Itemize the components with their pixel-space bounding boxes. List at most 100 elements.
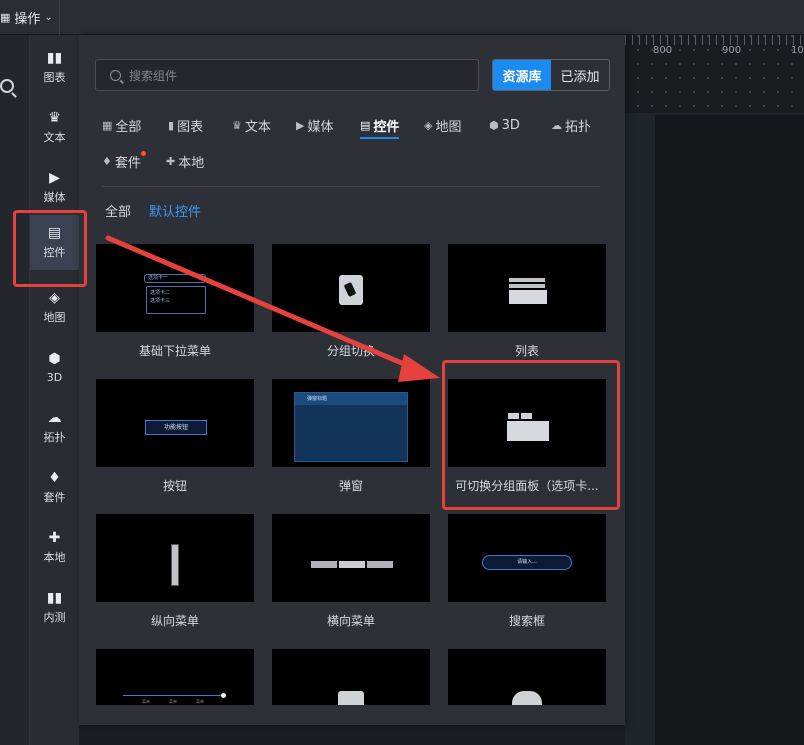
nav-item-media[interactable]: ▶ 媒体 [30, 160, 79, 215]
nav-item-local[interactable]: ✚ 本地 [30, 520, 79, 575]
puzzle-icon: ✚ [166, 154, 176, 168]
nav-item-chart[interactable]: ▮▮ 图表 [30, 40, 79, 95]
ruler-label: 800 [653, 45, 673, 56]
category-map[interactable]: ◈ 地图 [424, 115, 461, 135]
card-thumbnail: 菜单 菜单 菜单 [96, 649, 254, 705]
tab-library[interactable]: 资源库 [493, 60, 551, 90]
grid-icon: ▦ [102, 118, 113, 132]
card-caption: 基础下拉菜单 [138, 344, 211, 358]
component-card[interactable]: 请输入... 搜索框 [448, 514, 606, 629]
nav-item-label: 3D [46, 370, 63, 384]
component-card[interactable]: 横向菜单 [272, 514, 430, 629]
card-caption: 搜索框 [508, 614, 545, 628]
tab-added[interactable]: 已添加 [551, 60, 609, 90]
cloud-icon: ☁ [47, 409, 62, 426]
left-strip [0, 35, 30, 745]
category-suite[interactable]: ♦ 套件 [102, 151, 146, 171]
ruler-label: 10 [791, 45, 804, 56]
category-text[interactable]: ♛ 文本 [232, 115, 271, 135]
map-icon: ◈ [424, 118, 433, 132]
category-media[interactable]: ▶ 媒体 [296, 115, 333, 135]
card-thumbnail [448, 649, 606, 705]
card-thumbnail [448, 244, 606, 332]
card-caption: 列表 [514, 344, 539, 358]
card-thumbnail [96, 514, 254, 602]
card-thumbnail [272, 244, 430, 332]
nav-item-map[interactable]: ◈ 地图 [30, 280, 79, 335]
bar-chart-icon: ▮ [168, 118, 175, 132]
category-control[interactable]: ▤ 控件 [360, 115, 400, 139]
media-play-icon: ▶ [296, 118, 305, 132]
component-card[interactable]: 选项卡一 选项卡二 选项卡三 基础下拉菜单 [96, 244, 254, 359]
cube-icon: ⬢ [489, 118, 499, 132]
nav-item-suite[interactable]: ♦ 套件 [30, 460, 79, 515]
subcategory-all[interactable]: 全部 [105, 201, 131, 220]
component-card[interactable] [272, 649, 430, 705]
search-icon[interactable] [0, 79, 14, 93]
nav-item-label: 文本 [43, 131, 66, 144]
category-chart[interactable]: ▮ 图表 [168, 115, 203, 135]
card-caption: 纵向菜单 [150, 614, 199, 628]
search-placeholder: 搜索组件 [129, 68, 178, 83]
map-icon: ◈ [49, 289, 60, 306]
nav-item-label: 拓扑 [43, 431, 66, 444]
shirt-icon: ♦ [48, 469, 61, 486]
top-toolbar: ▦ 操作 ⌄ [0, 0, 804, 35]
card-caption: 横向菜单 [326, 614, 375, 628]
component-card[interactable]: 弹窗标题 弹窗 [272, 379, 430, 494]
card-thumbnail [272, 514, 430, 602]
nav-item-beta[interactable]: ▮▮ 内测 [30, 580, 79, 635]
card-thumbnail: 功能按钮 [96, 379, 254, 467]
nav-item-label: 内测 [43, 611, 66, 624]
design-canvas[interactable]: 800 900 10 [625, 35, 804, 745]
component-card[interactable]: 分组切换 [272, 244, 430, 359]
bar-chart-icon: ▮▮ [46, 49, 63, 66]
operations-label: 操作 [14, 12, 41, 27]
component-card[interactable]: 功能按钮 按钮 [96, 379, 254, 494]
control-icon: ▤ [360, 118, 371, 132]
library-tabs: 资源库 已添加 [492, 59, 610, 91]
nav-item-label: 媒体 [43, 191, 66, 204]
nav-item-text[interactable]: ♛ 文本 [30, 100, 79, 155]
category-topology[interactable]: ☁ 拓扑 [551, 115, 591, 135]
tablet-icon [339, 275, 363, 305]
annotation-highlight-box [442, 360, 620, 510]
bar-chart-icon: ▮▮ [46, 589, 63, 606]
ruler-label: 900 [722, 45, 742, 56]
component-card[interactable] [448, 649, 606, 705]
card-caption: 弹窗 [338, 479, 363, 493]
category-all[interactable]: ▦ 全部 [102, 115, 141, 135]
category-3d[interactable]: ⬢ 3D [489, 115, 520, 135]
category-local[interactable]: ✚ 本地 [166, 151, 204, 171]
canvas-stage[interactable] [655, 115, 804, 745]
subcategory-default-controls[interactable]: 默认控件 [149, 201, 201, 220]
canvas-ruler: 800 900 10 [625, 35, 804, 113]
card-thumbnail [272, 649, 430, 705]
nav-item-topology[interactable]: ☁ 拓扑 [30, 400, 79, 455]
cloud-icon: ☁ [551, 118, 562, 132]
card-caption: 按钮 [162, 479, 187, 493]
crown-text-icon: ♛ [48, 109, 61, 126]
divider [102, 186, 600, 187]
component-card[interactable]: 纵向菜单 [96, 514, 254, 629]
card-caption: 分组切换 [326, 344, 375, 358]
puzzle-icon: ✚ [48, 529, 61, 546]
operations-menu[interactable]: ▦ 操作 ⌄ [0, 0, 60, 35]
crown-text-icon: ♛ [232, 118, 242, 132]
card-thumbnail: 弹窗标题 [272, 379, 430, 467]
search-input[interactable]: 搜索组件 [95, 59, 479, 91]
nav-item-label: 套件 [43, 491, 66, 504]
media-play-icon: ▶ [49, 169, 60, 186]
component-category-nav: ▮▮ 图表 ♛ 文本 ▶ 媒体 ▤ 控件 ◈ 地图 ⬢ 3D ☁ 拓扑 ♦ 套件… [30, 35, 79, 745]
nav-item-label: 图表 [43, 71, 66, 84]
component-card[interactable]: 列表 [448, 244, 606, 359]
nav-item-3d[interactable]: ⬢ 3D [30, 340, 79, 395]
card-thumbnail: 选项卡一 选项卡二 选项卡三 [96, 244, 254, 332]
component-card[interactable]: 菜单 菜单 菜单 [96, 649, 254, 705]
shirt-icon: ♦ [102, 154, 112, 168]
chevron-down-icon: ⌄ [44, 12, 53, 23]
cloud-icon [512, 691, 542, 705]
notification-dot [140, 151, 146, 156]
nav-item-label: 地图 [43, 311, 66, 324]
grid-icon: ▦ [0, 11, 11, 24]
